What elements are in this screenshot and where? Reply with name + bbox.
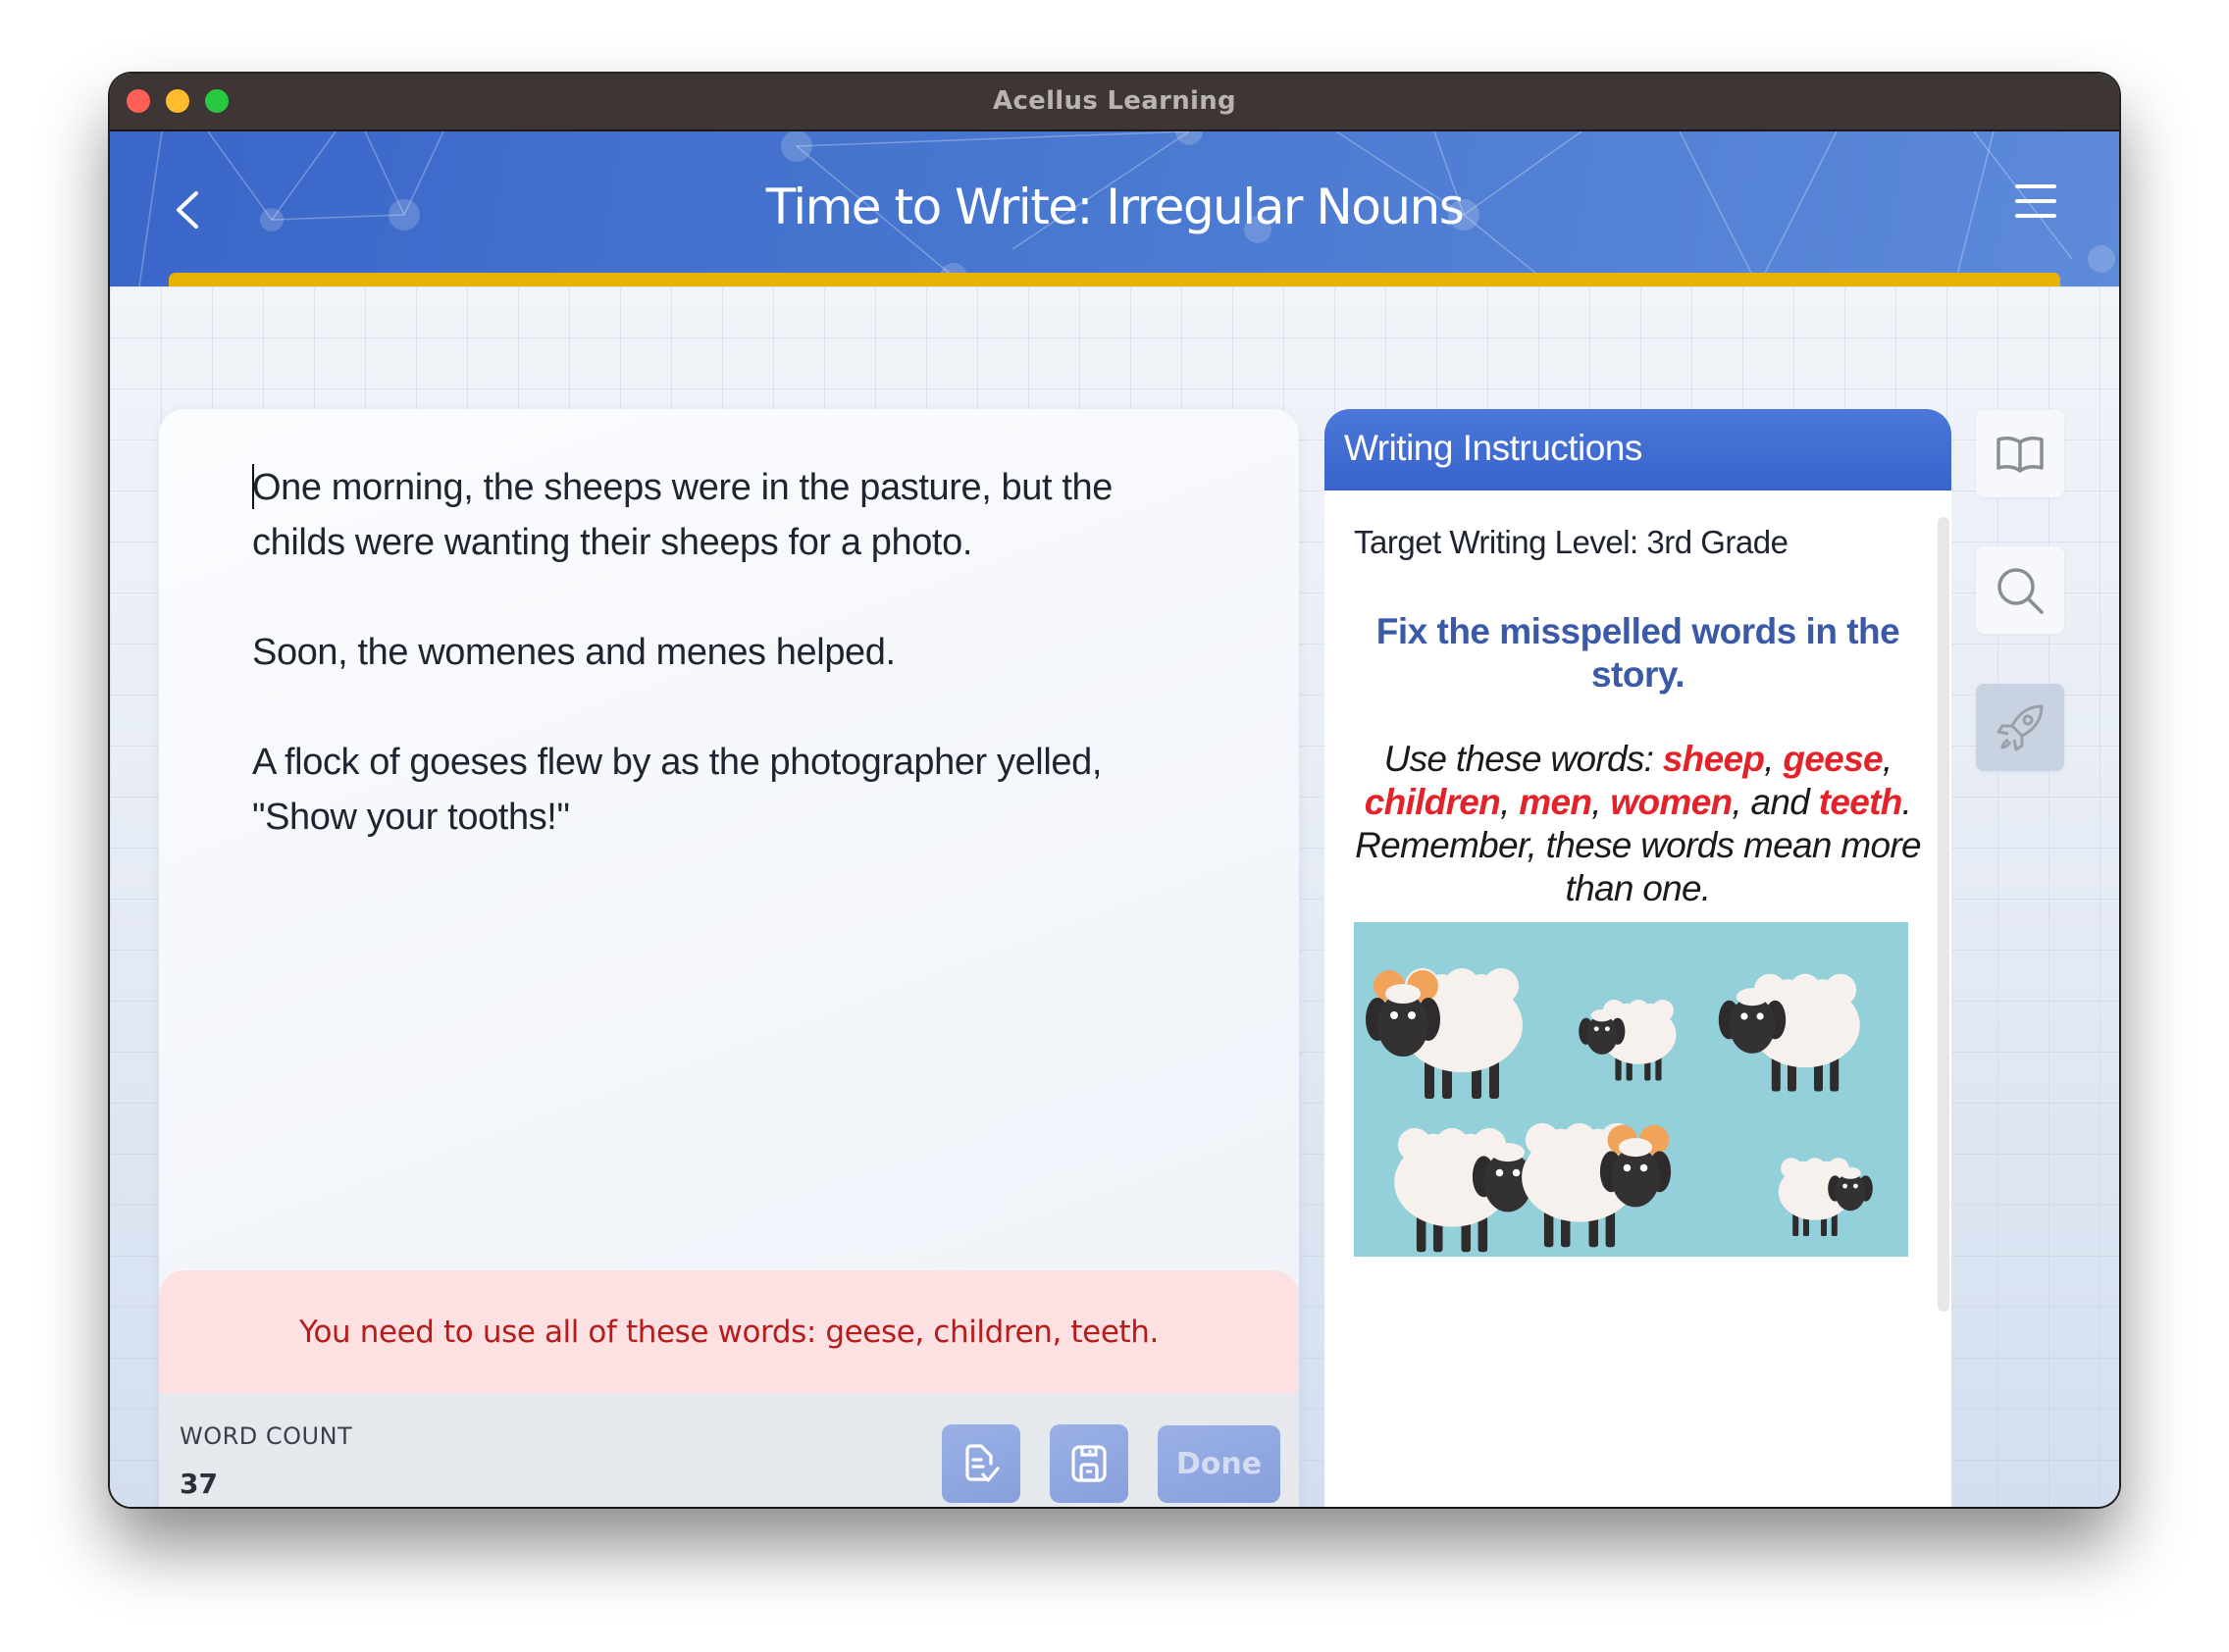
sheep-wool [1824,973,1857,1007]
sheep-illustration [1354,922,1908,1257]
paragraph-text: Soon, the womenes and menes helped. [252,632,896,673]
writing-instructions-panel: Writing Instructions Target Writing Leve… [1324,409,1951,1507]
sheep-eye [1604,1026,1610,1032]
instructions-title: Writing Instructions [1324,409,1951,490]
sheep-eye [1639,1163,1648,1172]
sheep-eye [1756,1012,1764,1020]
hamburger-line [2015,214,2056,218]
lesson-progress-fill [169,273,2060,286]
search-button[interactable] [1976,546,2064,634]
editor-footer: WORD COUNT 37 Done [159,1393,1299,1507]
sheep-eye [1408,1011,1416,1019]
keyword-sheep: sheep [1662,739,1765,779]
keyword-separator: , [1500,782,1520,822]
words-intro: Use these words: [1383,739,1663,779]
save-button[interactable] [1050,1424,1128,1503]
sheep-eye [1623,1163,1632,1172]
sheep-wool [1651,1000,1674,1022]
sheep-wool [1483,968,1519,1004]
essay-paragraph: One morning, the sheeps were in the past… [252,460,1135,570]
word-count-label: WORD COUNT [180,1422,353,1450]
essay-paragraph: Soon, the womenes and menes helped. [252,625,1135,680]
essay-textarea[interactable]: One morning, the sheeps were in the past… [252,460,1135,900]
lesson-header: Time to Write: Irregular Nouns [110,131,2119,286]
instructions-scrollbar[interactable] [1938,517,1949,1312]
missing-words-alert: You need to use all of these words: gees… [159,1270,1299,1393]
keyword-teeth: teeth [1818,782,1903,822]
magnifier-icon [1997,567,2044,614]
sheep-tuft [1618,1138,1653,1158]
sheep-tuft [1490,1143,1526,1162]
app-window: Acellus Learning Time to Write: Irregula… [110,74,2119,1507]
keyword-separator: , [1764,739,1784,779]
paragraph-text: One morning, the sheeps were in the past… [252,467,1113,563]
keyword-men: men [1519,782,1592,822]
keyword-separator: , and [1732,782,1819,822]
word-count-value: 37 [180,1468,218,1500]
sheep-tuft [1840,1166,1861,1179]
instructions-body: Target Writing Level: 3rd Grade Fix the … [1324,490,1951,1507]
window-title: Acellus Learning [993,86,1236,116]
instructions-heading: Fix the misspelled words in the story. [1375,611,1900,695]
done-button[interactable]: Done [1158,1425,1280,1503]
sheep-eye [1853,1183,1858,1189]
main-content: One morning, the sheeps were in the past… [110,286,2119,1507]
menu-button[interactable] [2015,184,2058,228]
keyword-separator: , [1882,739,1892,779]
alert-text: You need to use all of these words: gees… [299,1314,1159,1350]
keyword-children: children [1364,782,1501,822]
sheep-eye [1390,1011,1398,1019]
sheep-tuft [1385,984,1421,1004]
rocket-button[interactable] [1976,684,2064,771]
sheep-tuft [1736,988,1769,1007]
hamburger-menu-icon [2015,184,2056,188]
sheep-eye [1842,1183,1847,1189]
document-check-icon [965,1444,1000,1482]
page-title: Time to Write: Irregular Nouns [765,179,1465,235]
sheep-eye [1512,1168,1521,1177]
rocket-icon [1996,704,2044,750]
sheep-eye [1593,1026,1599,1032]
floppy-disk-icon [1071,1445,1107,1482]
essay-paragraph: A flock of goeses flew by as the photogr… [252,735,1135,845]
sheep-eye [1740,1012,1748,1020]
writing-editor: One morning, the sheeps were in the past… [159,409,1299,1507]
open-book-icon [1996,436,2044,473]
title-bar: Acellus Learning [110,74,2119,131]
textbook-button[interactable] [1976,410,2064,497]
target-writing-level: Target Writing Level: 3rd Grade [1354,524,1788,560]
required-words-text: Use these words: sheep, geese, children,… [1354,738,1922,910]
sheep-drawing [1366,968,1873,1253]
keyword-women: women [1610,782,1733,822]
sheep-tuft [1590,1008,1613,1022]
paragraph-text: A flock of goeses flew by as the photogr… [252,742,1103,838]
check-writing-button[interactable] [942,1424,1020,1503]
keyword-geese: geese [1783,739,1883,779]
keyword-separator: , [1591,782,1611,822]
sheep-eye [1495,1168,1504,1177]
hamburger-line [2015,199,2056,203]
lesson-progress-bar [169,273,2060,286]
